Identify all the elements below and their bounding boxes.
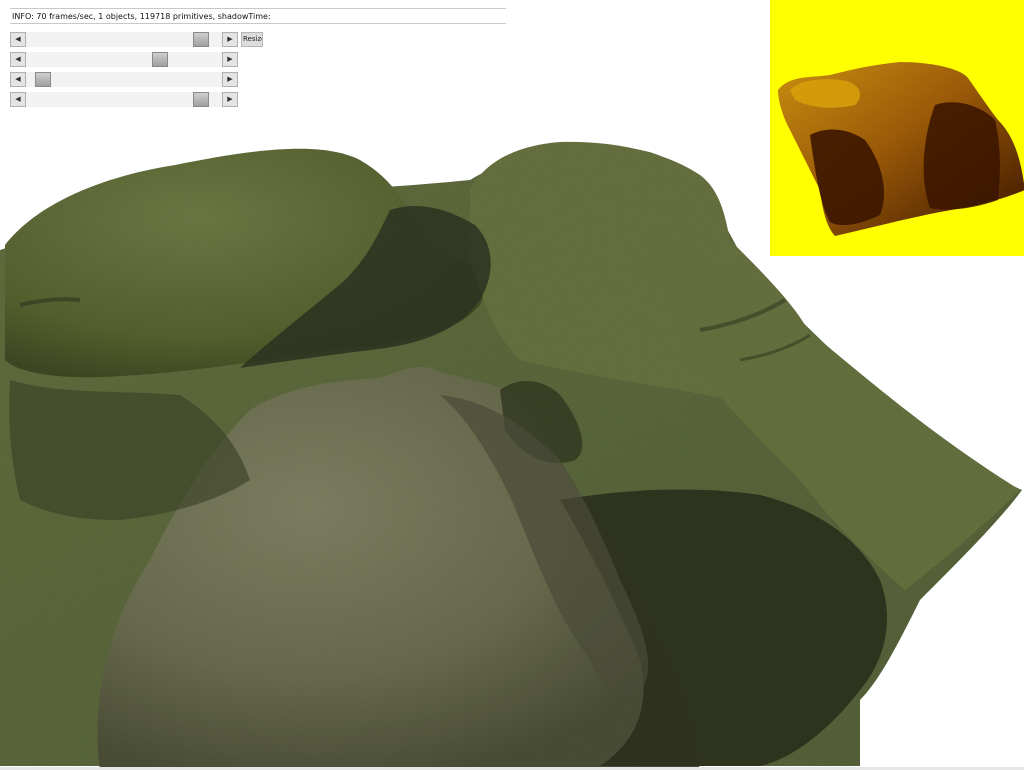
slider-thumb[interactable] — [193, 92, 209, 107]
slider-thumb[interactable] — [193, 32, 209, 47]
slider-track[interactable] — [26, 72, 222, 87]
right-arrow-icon[interactable]: ▶ — [222, 52, 238, 67]
shadow-map-image — [770, 0, 1024, 256]
slider-4[interactable]: ◀ ▶ — [10, 92, 238, 107]
slider-thumb[interactable] — [35, 72, 51, 87]
slider-1[interactable]: ◀ ▶ — [10, 32, 238, 47]
resize-button[interactable]: Resize — [241, 32, 263, 47]
shadow-map-view — [770, 0, 1024, 256]
left-arrow-icon[interactable]: ◀ — [10, 32, 26, 47]
render-viewport[interactable]: INFO: 70 frames/sec, 1 objects, 119718 p… — [0, 0, 1024, 770]
slider-2[interactable]: ◀ ▶ — [10, 52, 238, 67]
slider-track[interactable] — [26, 52, 222, 67]
right-arrow-icon[interactable]: ▶ — [222, 32, 238, 47]
left-arrow-icon[interactable]: ◀ — [10, 52, 26, 67]
right-arrow-icon[interactable]: ▶ — [222, 72, 238, 87]
slider-3[interactable]: ◀ ▶ — [10, 72, 238, 87]
slider-thumb[interactable] — [152, 52, 168, 67]
left-arrow-icon[interactable]: ◀ — [10, 72, 26, 87]
info-text: INFO: 70 frames/sec, 1 objects, 119718 p… — [10, 8, 506, 24]
right-arrow-icon[interactable]: ▶ — [222, 92, 238, 107]
slider-track[interactable] — [26, 92, 222, 107]
left-arrow-icon[interactable]: ◀ — [10, 92, 26, 107]
slider-track[interactable] — [26, 32, 222, 47]
